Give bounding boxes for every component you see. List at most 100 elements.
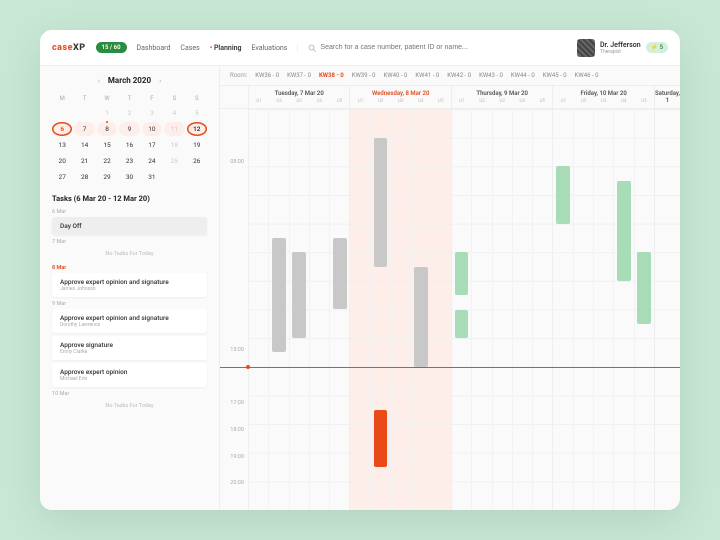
cal-day[interactable]: 27 — [52, 170, 72, 184]
subcolumn[interactable] — [289, 109, 309, 510]
cal-day[interactable]: 23 — [119, 154, 139, 168]
subcolumn[interactable] — [431, 109, 451, 510]
day-header[interactable]: Saturday, 1 — [654, 86, 680, 108]
room-tab[interactable]: KW46 - 0 — [575, 72, 599, 79]
user-chip[interactable]: Dr. Jefferson Therapist ⚡ 5 — [577, 39, 668, 57]
task-card[interactable]: Approve expert opinionMichael Erin — [52, 363, 207, 387]
cal-day[interactable]: 7 — [74, 122, 94, 136]
subcolumn[interactable] — [492, 109, 512, 510]
cal-day[interactable]: 3 — [142, 106, 162, 120]
cal-day[interactable]: 8 — [97, 122, 117, 136]
day-header[interactable]: Wednesday, 8 Mar 20U1U2U3U4U5 — [349, 86, 450, 108]
day-column[interactable] — [552, 109, 653, 510]
cal-day[interactable]: 22 — [97, 154, 117, 168]
task-card[interactable]: Approve signatureEmily Clarke — [52, 336, 207, 360]
cal-day[interactable]: 11 — [164, 122, 184, 136]
day-header[interactable]: Tuesday, 7 Mar 20U1U2U3U4U5 — [248, 86, 349, 108]
room-tab[interactable]: KW45 - 0 — [543, 72, 567, 79]
search-box[interactable] — [297, 44, 567, 52]
subcolumn[interactable] — [512, 109, 532, 510]
subcolumn[interactable] — [268, 109, 288, 510]
subcolumn[interactable] — [309, 109, 329, 510]
cal-day[interactable]: 20 — [52, 154, 72, 168]
cal-day[interactable]: 9 — [119, 122, 139, 136]
subcolumn[interactable] — [655, 109, 680, 510]
subcolumn[interactable] — [532, 109, 552, 510]
cal-day[interactable]: 25 — [164, 154, 184, 168]
subcolumn[interactable] — [410, 109, 430, 510]
cal-day[interactable]: 24 — [142, 154, 162, 168]
cal-day[interactable]: 18 — [164, 138, 184, 152]
day-column[interactable] — [248, 109, 349, 510]
subcolumn[interactable] — [634, 109, 654, 510]
event-block[interactable] — [292, 252, 306, 338]
cal-day[interactable]: 14 — [74, 138, 94, 152]
cal-day[interactable]: 6 — [52, 122, 72, 136]
cal-day[interactable]: 2 — [119, 106, 139, 120]
event-block[interactable] — [455, 310, 469, 339]
event-block[interactable] — [637, 252, 651, 324]
cal-day[interactable]: 21 — [74, 154, 94, 168]
event-block[interactable] — [455, 252, 469, 295]
event-block[interactable] — [556, 166, 570, 223]
room-tab[interactable]: KW37 - 0 — [287, 72, 311, 79]
room-tab[interactable]: KW38 - 0 — [319, 72, 344, 79]
cal-day[interactable]: 30 — [119, 170, 139, 184]
task-card[interactable]: Approve expert opinion and signatureJame… — [52, 273, 207, 297]
event-block[interactable] — [333, 238, 347, 310]
subcolumn[interactable] — [390, 109, 410, 510]
nav-dashboard[interactable]: Dashboard — [137, 44, 171, 52]
day-column[interactable] — [654, 109, 680, 510]
room-tab[interactable]: KW43 - 0 — [479, 72, 503, 79]
cal-day[interactable]: 13 — [52, 138, 72, 152]
cal-next-icon[interactable]: › — [159, 77, 161, 85]
cal-day[interactable]: 17 — [142, 138, 162, 152]
room-tab[interactable]: KW42 - 0 — [447, 72, 471, 79]
cal-day[interactable]: 29 — [97, 170, 117, 184]
event-block[interactable] — [617, 181, 631, 281]
subcolumn[interactable] — [471, 109, 491, 510]
cal-day[interactable]: 19 — [187, 138, 207, 152]
cal-dow: S — [187, 93, 207, 104]
task-card[interactable]: Approve expert opinion and signatureDoro… — [52, 309, 207, 333]
day-column[interactable] — [451, 109, 552, 510]
room-tab[interactable]: KW41 - 0 — [415, 72, 439, 79]
subcolumn[interactable] — [350, 109, 369, 510]
day-column[interactable] — [349, 109, 450, 510]
cal-day[interactable]: 12 — [187, 122, 207, 136]
subcolumn[interactable] — [452, 109, 471, 510]
subcolumn[interactable] — [329, 109, 349, 510]
event-block[interactable] — [374, 138, 388, 267]
cal-day[interactable]: 4 — [164, 106, 184, 120]
room-tab[interactable]: KW40 - 0 — [384, 72, 408, 79]
event-block[interactable] — [272, 238, 286, 353]
cal-day[interactable]: 1 — [97, 106, 117, 120]
event-block[interactable] — [414, 267, 428, 367]
cal-day[interactable]: 10 — [142, 122, 162, 136]
cal-day[interactable]: 16 — [119, 138, 139, 152]
logo[interactable]: caseXP — [52, 43, 86, 53]
day-header[interactable]: Thursday, 9 Mar 20U1U2U3U4U5 — [451, 86, 552, 108]
cal-prev-icon[interactable]: ‹ — [98, 77, 100, 85]
room-tab[interactable]: KW36 - 0 — [255, 72, 279, 79]
event-block[interactable] — [374, 410, 388, 467]
subcolumn[interactable] — [553, 109, 572, 510]
room-tab[interactable]: KW39 - 0 — [352, 72, 376, 79]
task-card[interactable]: Day Off — [52, 217, 207, 235]
cal-day[interactable]: 31 — [142, 170, 162, 184]
cal-day[interactable]: 26 — [187, 154, 207, 168]
cal-day[interactable]: 5 — [187, 106, 207, 120]
subcolumn[interactable] — [573, 109, 593, 510]
subcolumn[interactable] — [370, 109, 390, 510]
cal-day[interactable]: 15 — [97, 138, 117, 152]
room-tab[interactable]: KW44 - 0 — [511, 72, 535, 79]
search-input[interactable] — [320, 44, 567, 51]
subcolumn[interactable] — [613, 109, 633, 510]
day-header[interactable]: Friday, 10 Mar 20U1U2U3U4U5 — [552, 86, 653, 108]
cal-day[interactable]: 28 — [74, 170, 94, 184]
nav-cases[interactable]: Cases — [180, 44, 199, 52]
subcolumn[interactable] — [249, 109, 268, 510]
nav-evaluations[interactable]: Evaluations — [252, 44, 288, 52]
subcolumn[interactable] — [593, 109, 613, 510]
nav-planning[interactable]: Planning — [210, 44, 242, 52]
